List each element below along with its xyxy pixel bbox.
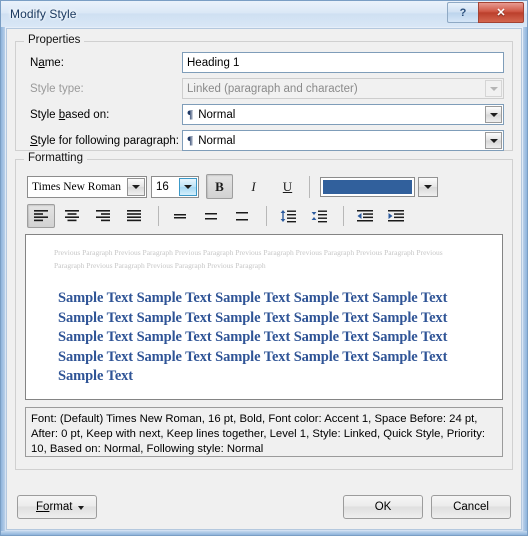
increase-indent-icon [388,210,404,222]
font-toolbar: Times New Roman 16 B I U [27,174,438,199]
line-spacing-1-5-icon [205,213,217,220]
format-button[interactable]: Format [17,495,97,519]
toolbar-divider [158,206,159,226]
line-spacing-single-button[interactable] [166,204,194,228]
cancel-button[interactable]: Cancel [431,495,511,519]
chevron-down-icon[interactable] [179,177,197,196]
line-spacing-1-5-button[interactable] [197,204,225,228]
ok-button[interactable]: OK [343,495,423,519]
chevron-down-icon [78,506,84,510]
style-based-on-label: Style based on: [30,108,110,121]
font-family-dropdown[interactable]: Times New Roman [27,175,147,198]
italic-label: I [251,178,256,194]
align-justify-icon [127,210,141,222]
align-left-button[interactable] [27,204,55,228]
format-button-label: Format [36,501,73,513]
line-spacing-single-icon [174,214,186,219]
toolbar-divider [266,206,267,226]
close-button[interactable]: ✕ [478,2,524,23]
dialog-footer: Format OK Cancel [7,495,521,521]
field-row-style-following-paragraph: Style for following paragraph: ¶ Normal [17,130,504,151]
name-input-value: Heading 1 [187,56,240,69]
help-button[interactable]: ? [447,2,478,23]
align-left-icon [34,210,48,222]
decrease-indent-icon [357,210,373,222]
style-description: Font: (Default) Times New Roman, 16 pt, … [25,407,503,457]
font-size-value: 16 [156,180,169,193]
line-spacing-double-button[interactable] [228,204,256,228]
style-following-paragraph-dropdown[interactable]: ¶ Normal [182,130,504,151]
style-type-value: Linked (paragraph and character) [187,82,358,95]
preview-sample-text: Sample Text Sample Text Sample Text Samp… [58,290,448,384]
window-title: Modify Style [10,7,77,21]
properties-group: Properties Name: Heading 1 Style type: L… [15,34,513,151]
field-row-style-type: Style type: Linked (paragraph and charac… [17,78,504,99]
formatting-group-label: Formatting [24,152,87,164]
decrease-indent-button[interactable] [351,204,379,228]
preview-previous-paragraph: Previous Paragraph Previous Paragraph Pr… [54,248,443,270]
name-input[interactable]: Heading 1 [182,52,504,73]
font-color-dropdown-button[interactable] [418,176,438,197]
toolbar-divider [309,175,310,198]
align-center-button[interactable] [58,204,86,228]
title-bar: Modify Style ? ✕ [1,1,527,27]
space-before-icon [280,210,296,223]
style-type-label: Style type: [30,82,84,95]
window-edge-bottom [1,531,527,535]
formatting-group: Formatting Times New Roman 16 B I U Prev… [15,152,513,470]
style-preview-pane: Previous Paragraph Previous Paragraph Pr… [25,234,503,400]
toolbar-divider [343,206,344,226]
style-following-paragraph-label: Style for following paragraph: [30,134,179,147]
modify-style-dialog: Modify Style ? ✕ Properties Name: Headin… [0,0,528,536]
align-right-button[interactable] [89,204,117,228]
window-edge-right [523,27,527,535]
increase-indent-button[interactable] [382,204,410,228]
bold-label: B [215,178,224,194]
underline-label: U [282,178,293,194]
space-before-button[interactable] [274,204,302,228]
name-label: Name: [30,56,64,69]
window-edge-left [1,27,5,535]
pilcrow-icon: ¶ [187,134,194,147]
line-spacing-double-icon [236,212,248,221]
field-row-name: Name: Heading 1 [17,52,504,73]
style-type-dropdown: Linked (paragraph and character) [182,78,504,99]
underline-button[interactable]: U [274,174,301,199]
dialog-body: Properties Name: Heading 1 Style type: L… [6,28,522,530]
font-family-value: Times New Roman [32,180,122,193]
font-size-dropdown[interactable]: 16 [151,175,199,198]
align-center-icon [65,210,79,222]
font-color-fill [323,179,412,194]
align-justify-button[interactable] [120,204,148,228]
chevron-down-icon [485,80,502,97]
pilcrow-icon: ¶ [187,108,194,121]
paragraph-toolbar [27,204,413,228]
style-based-on-value: Normal [198,108,236,121]
space-after-icon [311,210,327,223]
chevron-down-icon[interactable] [485,106,502,123]
align-right-icon [96,210,110,222]
window-controls: ? ✕ [447,2,524,23]
style-based-on-dropdown[interactable]: ¶ Normal [182,104,504,125]
style-following-paragraph-value: Normal [198,134,236,147]
chevron-down-icon[interactable] [485,132,502,149]
italic-button[interactable]: I [240,174,267,199]
field-row-style-based-on: Style based on: ¶ Normal [17,104,504,125]
properties-group-label: Properties [24,34,85,46]
space-after-button[interactable] [305,204,333,228]
chevron-down-icon[interactable] [127,177,145,196]
bold-button[interactable]: B [206,174,233,199]
font-color-swatch[interactable] [320,176,415,197]
